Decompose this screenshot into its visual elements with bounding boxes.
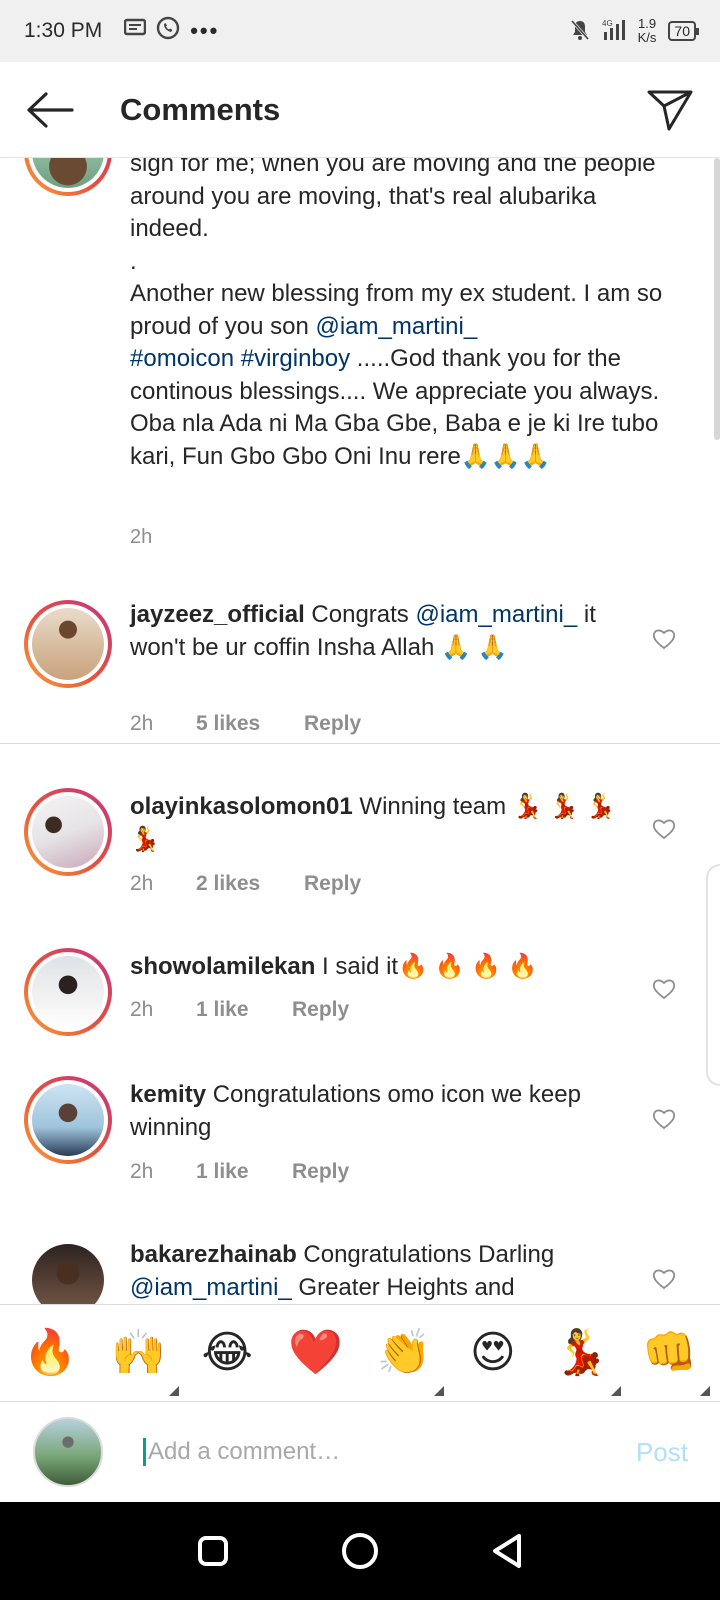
comment-likes-count[interactable]: 5 likes — [196, 712, 304, 736]
more-notifications-icon: ••• — [190, 18, 220, 43]
author-avatar[interactable] — [24, 158, 112, 196]
direct-message-button[interactable] — [646, 86, 694, 134]
comment-meta: 2h 2 likes Reply — [130, 872, 361, 896]
comment-text: kemity Congratulations omo icon we keep … — [130, 1078, 630, 1144]
caption-text: sign for me; when you are moving and the… — [130, 158, 670, 473]
emoji-raised-hands-glyph: 🙌 — [111, 1327, 167, 1378]
reply-button[interactable]: Reply — [304, 872, 361, 896]
comment-likes-count[interactable]: 1 like — [196, 1160, 292, 1184]
comment-body-continued: Greater Heights and — [291, 1274, 515, 1301]
emoji-fist-glyph: 👊 — [642, 1327, 698, 1378]
whatsapp-icon — [156, 16, 180, 46]
emoji-dancer-button[interactable]: 💃 — [545, 1324, 622, 1396]
comment-meta: 2h 1 like Reply — [130, 998, 349, 1022]
like-heart-icon[interactable] — [652, 1268, 676, 1290]
skin-tone-indicator-icon — [699, 1386, 710, 1396]
square-icon — [198, 1536, 229, 1566]
comment-composer: Post — [0, 1402, 720, 1502]
like-heart-icon[interactable] — [652, 818, 676, 840]
comment-likes-count[interactable]: 2 likes — [196, 872, 304, 896]
hashtag-virginboy-link[interactable]: #virginboy — [241, 345, 350, 372]
network-type-label: 4G — [602, 19, 613, 28]
signal-icon: 4G — [602, 18, 626, 45]
avatar[interactable] — [24, 600, 112, 688]
mute-icon — [570, 19, 590, 44]
caption-timestamp: 2h — [130, 526, 153, 548]
system-nav-bar — [0, 1502, 720, 1600]
caption-mention-link[interactable]: @iam_martini_ — [315, 313, 477, 340]
hashtag-omoicon-link[interactable]: #omoicon — [130, 345, 234, 372]
emoji-heart-button[interactable]: ❤️ — [280, 1324, 352, 1382]
page-title: Comments — [120, 91, 281, 127]
comment-text: bakarezhainab Congratulations Darling @i… — [130, 1238, 630, 1304]
comment-timestamp: 2h — [130, 712, 154, 735]
back-nav-button[interactable] — [485, 1529, 529, 1573]
comment-username[interactable]: kemity — [130, 1081, 206, 1108]
reply-button[interactable]: Reply — [292, 1160, 349, 1184]
like-heart-icon[interactable] — [652, 1108, 676, 1130]
comment-meta: 2h 5 likes Reply — [130, 712, 361, 736]
like-heart-icon[interactable] — [652, 978, 676, 1000]
comment-text: jayzeez_official Congrats @iam_martini_ … — [130, 598, 630, 664]
paper-plane-icon — [647, 90, 693, 130]
emoji-dancer-glyph: 💃 — [553, 1327, 609, 1378]
edge-panel-handle[interactable] — [706, 864, 720, 1086]
reply-button[interactable]: Reply — [292, 998, 349, 1022]
comment-likes-count[interactable]: 1 like — [196, 998, 292, 1022]
skin-tone-indicator-icon — [168, 1386, 179, 1396]
skin-tone-indicator-icon — [611, 1386, 622, 1396]
like-heart-icon[interactable] — [652, 628, 676, 650]
triangle-back-icon — [492, 1534, 521, 1568]
comment-text: olayinkasolomon01 Winning team 💃 💃 💃 💃 — [130, 790, 630, 856]
emoji-heart-eyes-button[interactable]: 😍 — [457, 1324, 529, 1382]
net-speed-value: 1.9 — [637, 16, 657, 31]
net-speed: 1.9 K/s — [638, 17, 657, 45]
net-speed-unit: K/s — [637, 30, 657, 45]
comment-input[interactable] — [143, 1438, 593, 1466]
comment-mention-link[interactable]: @iam_martini_ — [415, 601, 577, 628]
comment-body: I said it🔥 🔥 🔥 🔥 — [315, 953, 538, 980]
comments-list[interactable]: sign for me; when you are moving and the… — [0, 158, 720, 1304]
home-button[interactable] — [338, 1529, 382, 1573]
emoji-laughing-button[interactable]: 😂 — [191, 1324, 263, 1382]
comment-username[interactable]: olayinkasolomon01 — [130, 793, 353, 820]
comment-body: Congrats — [304, 601, 416, 628]
emoji-raised-hands-button[interactable]: 🙌 — [103, 1324, 179, 1396]
comment-username[interactable]: bakarezhainab — [130, 1241, 297, 1268]
comment-timestamp: 2h — [130, 1160, 154, 1183]
message-icon — [123, 18, 147, 44]
status-bar: 1:30 PM ••• 4G 1.9 K/s 70 — [0, 0, 720, 62]
my-avatar — [33, 1417, 103, 1487]
comment-body: Congratulations Darling — [296, 1241, 555, 1268]
circle-icon — [341, 1533, 378, 1569]
back-arrow-icon — [27, 91, 74, 128]
comment-timestamp: 2h — [130, 998, 154, 1021]
avatar[interactable] — [24, 788, 112, 876]
comment-username[interactable]: jayzeez_official — [130, 601, 305, 628]
back-button[interactable] — [24, 90, 76, 130]
battery-indicator: 70 — [668, 21, 699, 41]
header: Comments — [0, 62, 720, 158]
post-button[interactable]: Post — [636, 1437, 688, 1468]
comment-mention-link[interactable]: @iam_martini_ — [130, 1274, 292, 1301]
avatar[interactable] — [24, 948, 112, 1036]
emoji-fist-button[interactable]: 👊 — [634, 1324, 710, 1396]
status-time: 1:30 PM — [24, 19, 103, 42]
emoji-clapping-glyph: 👏 — [376, 1327, 432, 1378]
reply-button[interactable]: Reply — [304, 712, 361, 736]
comment-text: showolamilekan I said it🔥 🔥 🔥 🔥 — [130, 950, 630, 983]
quick-emoji-bar: 🔥 🙌 😂 ❤️ 👏 😍 💃 👊 — [0, 1304, 720, 1402]
skin-tone-indicator-icon — [434, 1386, 445, 1396]
comment-username[interactable]: showolamilekan — [130, 953, 315, 980]
avatar[interactable] — [24, 1236, 112, 1304]
avatar[interactable] — [24, 1076, 112, 1164]
emoji-clapping-button[interactable]: 👏 — [368, 1324, 445, 1396]
emoji-fire-button[interactable]: 🔥 — [14, 1324, 86, 1382]
recents-button[interactable] — [191, 1529, 235, 1573]
comment-meta: 2h 1 like Reply — [130, 1160, 349, 1184]
comment-timestamp: 2h — [130, 872, 154, 895]
